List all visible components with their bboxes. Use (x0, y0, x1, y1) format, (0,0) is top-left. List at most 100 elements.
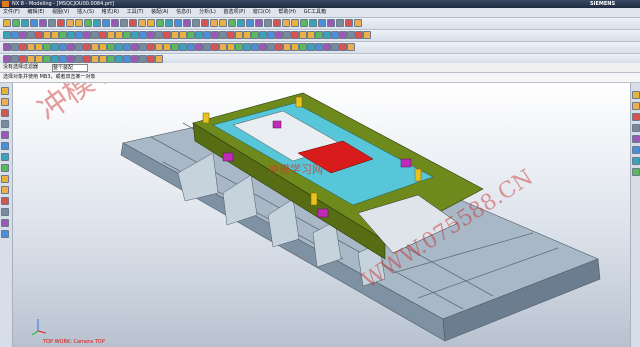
toolbar-button-icon[interactable] (123, 55, 131, 63)
toolbar-button-icon[interactable] (11, 43, 19, 51)
toolbar-button-icon[interactable] (211, 43, 219, 51)
toolbar-button-icon[interactable] (347, 43, 355, 51)
toolbar-button-icon[interactable] (139, 31, 147, 39)
resource-tab-icon[interactable] (1, 142, 9, 150)
toolbar-button-icon[interactable] (227, 31, 235, 39)
toolbar-button-icon[interactable] (283, 43, 291, 51)
toolbar-button-icon[interactable] (27, 31, 35, 39)
resource-tab-icon[interactable] (1, 98, 9, 106)
toolbar-button-icon[interactable] (291, 19, 299, 27)
resource-tab-icon[interactable] (1, 186, 9, 194)
toolbar-button-icon[interactable] (51, 31, 59, 39)
toolbar-button-icon[interactable] (163, 43, 171, 51)
toolbar-button-icon[interactable] (299, 43, 307, 51)
menu-window[interactable]: 窗口(O) (250, 8, 274, 17)
toolbar-button-icon[interactable] (211, 31, 219, 39)
toolbar-button-icon[interactable] (339, 31, 347, 39)
toolbar-button-icon[interactable] (259, 31, 267, 39)
toolbar-button-icon[interactable] (11, 31, 19, 39)
menu-analysis[interactable]: 分析(L) (196, 8, 219, 17)
toolbar-button-icon[interactable] (235, 43, 243, 51)
resource-tab-icon[interactable] (1, 219, 9, 227)
resource-tab-icon[interactable] (1, 208, 9, 216)
toolbar-button-icon[interactable] (99, 31, 107, 39)
toolbar-button-icon[interactable] (155, 31, 163, 39)
toolbar-button-icon[interactable] (43, 43, 51, 51)
toolbar-button-icon[interactable] (155, 55, 163, 63)
toolbar-button-icon[interactable] (75, 31, 83, 39)
toolbar-button-icon[interactable] (264, 19, 272, 27)
toolbar-button-icon[interactable] (131, 43, 139, 51)
toolbar-button-icon[interactable] (120, 19, 128, 27)
toolbar-button-icon[interactable] (187, 31, 195, 39)
toolbar-button-icon[interactable] (243, 43, 251, 51)
toolbar-button-icon[interactable] (275, 43, 283, 51)
toolbar-button-icon[interactable] (139, 43, 147, 51)
toolbar-button-icon[interactable] (57, 19, 65, 27)
toolbar-button-icon[interactable] (363, 31, 371, 39)
toolbar-button-icon[interactable] (115, 43, 123, 51)
toolbar-button-icon[interactable] (331, 31, 339, 39)
toolbar-button-icon[interactable] (179, 43, 187, 51)
toolbar-button-icon[interactable] (67, 43, 75, 51)
toolbar-button-icon[interactable] (83, 43, 91, 51)
toolbar-button-icon[interactable] (123, 43, 131, 51)
toolbar-button-icon[interactable] (75, 19, 83, 27)
toolbar-button-icon[interactable] (67, 55, 75, 63)
resource-tab-icon[interactable] (1, 120, 9, 128)
toolbar-button-icon[interactable] (192, 19, 200, 27)
resource-tab-icon[interactable] (632, 168, 640, 176)
resource-tab-icon[interactable] (632, 157, 640, 165)
toolbar-button-icon[interactable] (331, 43, 339, 51)
toolbar-button-icon[interactable] (318, 19, 326, 27)
toolbar-button-icon[interactable] (99, 55, 107, 63)
toolbar-button-icon[interactable] (219, 43, 227, 51)
resource-tab-icon[interactable] (1, 131, 9, 139)
toolbar-button-icon[interactable] (255, 19, 263, 27)
toolbar-button-icon[interactable] (35, 55, 43, 63)
toolbar-button-icon[interactable] (3, 55, 11, 63)
menu-edit[interactable]: 编辑(E) (24, 8, 47, 17)
toolbar-button-icon[interactable] (219, 19, 227, 27)
toolbar-button-icon[interactable] (155, 43, 163, 51)
toolbar-button-icon[interactable] (315, 31, 323, 39)
toolbar-button-icon[interactable] (51, 43, 59, 51)
toolbar-button-icon[interactable] (83, 31, 91, 39)
resource-tab-icon[interactable] (1, 197, 9, 205)
toolbar-button-icon[interactable] (291, 43, 299, 51)
resource-tab-icon[interactable] (632, 146, 640, 154)
toolbar-button-icon[interactable] (275, 31, 283, 39)
menu-preferences[interactable]: 首选项(P) (220, 8, 248, 17)
graphics-window[interactable]: TOP WORK: Camera TOP 冲模学习网 冲模学习网 WWW.075… (13, 83, 630, 347)
toolbar-button-icon[interactable] (84, 19, 92, 27)
toolbar-button-icon[interactable] (187, 43, 195, 51)
toolbar-button-icon[interactable] (91, 55, 99, 63)
toolbar-button-icon[interactable] (30, 19, 38, 27)
toolbar-button-icon[interactable] (3, 31, 11, 39)
toolbar-button-icon[interactable] (179, 31, 187, 39)
toolbar-button-icon[interactable] (183, 19, 191, 27)
menu-info[interactable]: 信息(I) (173, 8, 194, 17)
toolbar-button-icon[interactable] (235, 31, 243, 39)
toolbar-button-icon[interactable] (99, 43, 107, 51)
menu-file[interactable]: 文件(F) (0, 8, 23, 17)
toolbar-button-icon[interactable] (163, 31, 171, 39)
menu-tools[interactable]: 工具(T) (124, 8, 147, 17)
toolbar-button-icon[interactable] (129, 19, 137, 27)
toolbar-button-icon[interactable] (35, 43, 43, 51)
menu-assembly[interactable]: 装配(A) (148, 8, 171, 17)
resource-tab-icon[interactable] (632, 102, 640, 110)
toolbar-button-icon[interactable] (210, 19, 218, 27)
toolbar-button-icon[interactable] (307, 31, 315, 39)
toolbar-button-icon[interactable] (91, 31, 99, 39)
toolbar-button-icon[interactable] (327, 19, 335, 27)
toolbar-button-icon[interactable] (147, 55, 155, 63)
model-view[interactable] (13, 83, 630, 347)
toolbar-button-icon[interactable] (131, 55, 139, 63)
toolbar-button-icon[interactable] (259, 43, 267, 51)
toolbar-button-icon[interactable] (107, 31, 115, 39)
toolbar-button-icon[interactable] (19, 43, 27, 51)
toolbar-button-icon[interactable] (21, 19, 29, 27)
toolbar-button-icon[interactable] (345, 19, 353, 27)
toolbar-button-icon[interactable] (43, 55, 51, 63)
